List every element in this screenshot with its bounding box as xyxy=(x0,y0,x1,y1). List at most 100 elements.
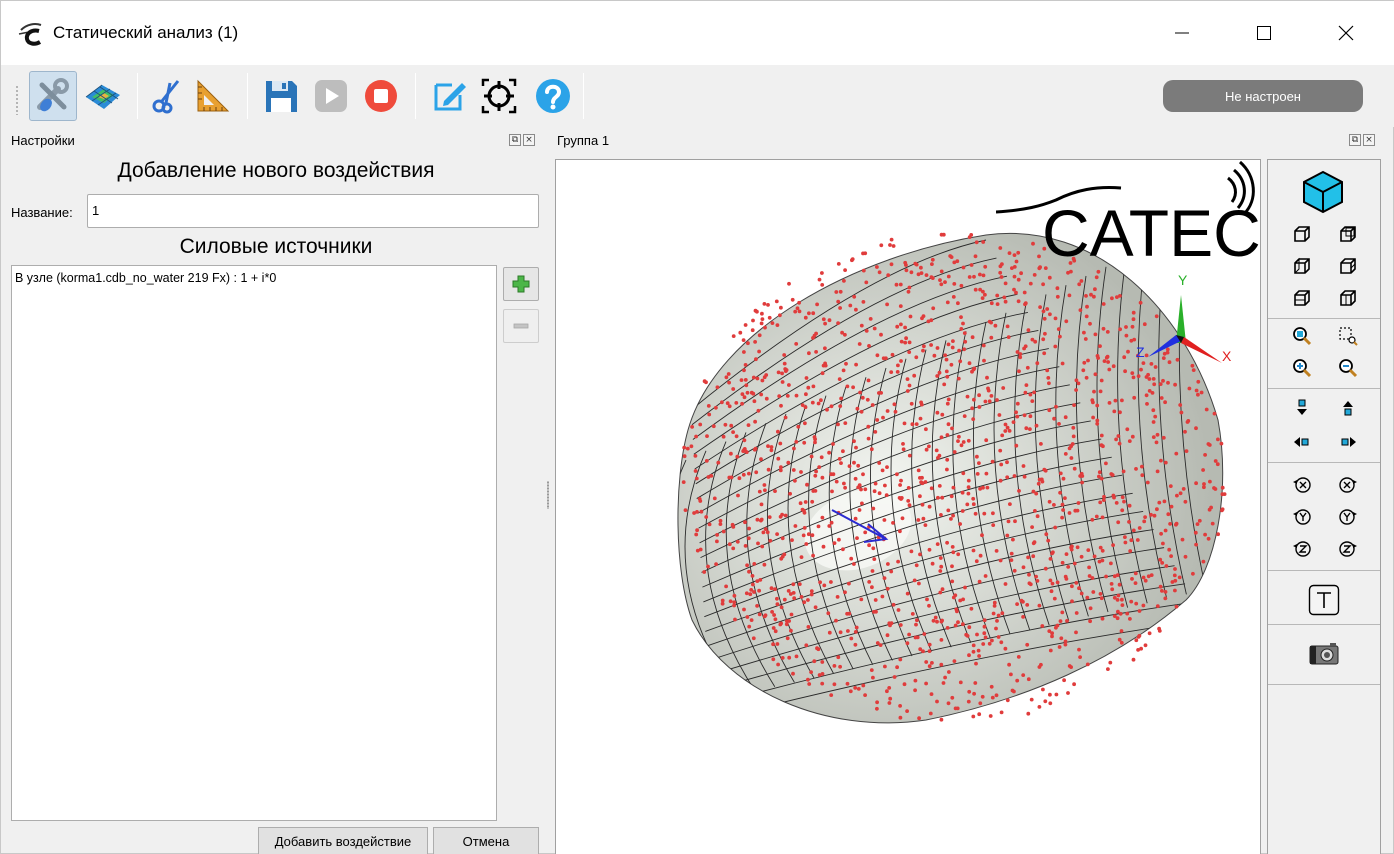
view-tools-panel xyxy=(1267,159,1381,854)
close-dock-icon[interactable]: × xyxy=(1363,134,1375,146)
camera-icon xyxy=(1309,643,1339,665)
sources-heading: Силовые источники xyxy=(179,235,373,258)
rotate-y-icon xyxy=(1339,509,1357,525)
play-icon xyxy=(315,80,347,112)
settings-dock-controls: ⧉ × xyxy=(509,134,535,146)
status-badge: Не настроен xyxy=(1163,80,1363,112)
rotate-y-icon xyxy=(1293,509,1311,525)
sources-list[interactable]: В узле (korma1.cdb_no_water 219 Fx) : 1 … xyxy=(11,265,497,821)
close-dock-icon[interactable]: × xyxy=(523,134,535,146)
rotate-x-icon xyxy=(1339,477,1357,493)
settings-dock-title: Настройки xyxy=(11,133,75,148)
save-button[interactable] xyxy=(257,71,305,121)
triangle-ruler-icon xyxy=(197,79,230,112)
cube-top-icon xyxy=(1294,290,1310,306)
panel-splitter[interactable] xyxy=(547,481,549,509)
add-source-button[interactable] xyxy=(503,267,539,301)
target-button[interactable] xyxy=(475,71,523,121)
pan-right-icon xyxy=(1341,437,1356,447)
remove-source-button[interactable] xyxy=(503,309,539,343)
toolbar-separator xyxy=(415,73,416,119)
minus-icon xyxy=(513,323,529,329)
tools-separator xyxy=(1268,624,1380,625)
logo-text: CATEC xyxy=(1042,196,1261,270)
toolbar-separator xyxy=(137,73,138,119)
zoom-out-icon xyxy=(1339,359,1358,378)
edit-button[interactable] xyxy=(425,71,473,121)
float-dock-icon[interactable]: ⧉ xyxy=(1349,134,1361,146)
close-icon xyxy=(1338,25,1354,41)
window-title: Статический анализ (1) xyxy=(53,23,239,42)
save-icon xyxy=(266,81,297,112)
stop-icon xyxy=(365,80,397,112)
toolbar-grip[interactable] xyxy=(15,85,19,115)
add-action-button[interactable]: Добавить воздействие xyxy=(258,827,428,854)
axis-z-label: Z xyxy=(1136,344,1145,360)
cancel-button[interactable]: Отмена xyxy=(433,827,539,854)
edit-icon xyxy=(434,83,466,111)
axis-y-label: Y xyxy=(1178,272,1188,288)
view-dock-title: Группа 1 xyxy=(557,133,610,148)
text-labels-button[interactable] xyxy=(1308,584,1340,616)
cube-bottom-icon xyxy=(1340,290,1356,306)
form-heading: Добавление нового воздействия xyxy=(117,159,435,182)
rotate-y-pos-button[interactable] xyxy=(1336,504,1360,528)
help-button[interactable] xyxy=(529,71,577,121)
title-bar: Статический анализ (1) xyxy=(1,1,1394,65)
mesh-surface-button[interactable] xyxy=(79,71,127,121)
minimize-button[interactable] xyxy=(1159,15,1205,51)
toolbar-separator xyxy=(583,73,584,119)
tools-separator xyxy=(1268,684,1380,685)
view-dock-controls: ⧉ × xyxy=(1349,134,1375,146)
view-top-button[interactable] xyxy=(1290,286,1314,310)
view-left-button[interactable] xyxy=(1290,254,1314,278)
screenshot-button[interactable] xyxy=(1308,638,1340,670)
rotate-z-pos-button[interactable] xyxy=(1336,536,1360,560)
model-viewport[interactable]: CATEC Y X Z xyxy=(555,159,1261,854)
maximize-button[interactable] xyxy=(1241,15,1287,51)
triangle-ruler-button[interactable] xyxy=(189,71,237,121)
name-label: Название: xyxy=(11,205,73,220)
close-button[interactable] xyxy=(1323,15,1369,51)
float-dock-icon[interactable]: ⧉ xyxy=(509,134,521,146)
list-item[interactable]: В узле (korma1.cdb_no_water 219 Fx) : 1 … xyxy=(15,271,276,285)
rotate-z-neg-button[interactable] xyxy=(1290,536,1314,560)
cut-button[interactable] xyxy=(143,71,191,121)
pan-down-button[interactable] xyxy=(1290,396,1314,420)
settings-tools-icon xyxy=(37,78,69,112)
tools-separator xyxy=(1268,388,1380,389)
view-iso-button[interactable] xyxy=(1300,168,1346,214)
help-icon xyxy=(536,79,570,113)
rotate-y-neg-button[interactable] xyxy=(1290,504,1314,528)
zoom-window-button[interactable] xyxy=(1336,324,1360,348)
tools-separator xyxy=(1268,462,1380,463)
rotate-x-neg-button[interactable] xyxy=(1290,472,1314,496)
view-front-button[interactable] xyxy=(1290,222,1314,246)
pan-left-icon xyxy=(1294,437,1309,447)
stop-button[interactable] xyxy=(357,71,405,121)
pan-up-icon xyxy=(1343,401,1353,416)
zoom-window-icon xyxy=(1339,327,1358,346)
zoom-in-button[interactable] xyxy=(1290,356,1314,380)
play-button[interactable] xyxy=(307,71,355,121)
zoom-out-button[interactable] xyxy=(1336,356,1360,380)
toolbar-separator xyxy=(247,73,248,119)
tools-separator xyxy=(1268,570,1380,571)
settings-tools-button[interactable] xyxy=(29,71,77,121)
pan-up-button[interactable] xyxy=(1336,396,1360,420)
iso-cube-icon xyxy=(1303,170,1343,214)
rotate-x-pos-button[interactable] xyxy=(1336,472,1360,496)
rotate-z-icon xyxy=(1293,541,1311,557)
pan-right-button[interactable] xyxy=(1336,430,1360,454)
view-bottom-button[interactable] xyxy=(1336,286,1360,310)
app-logo-icon xyxy=(17,21,45,47)
zoom-fit-button[interactable] xyxy=(1290,324,1314,348)
catec-logo: CATEC xyxy=(996,160,1261,270)
view-right-button[interactable] xyxy=(1336,254,1360,278)
view-back-button[interactable] xyxy=(1336,222,1360,246)
zoom-in-icon xyxy=(1293,359,1312,378)
pan-left-button[interactable] xyxy=(1290,430,1314,454)
name-input[interactable]: 1 xyxy=(87,194,539,228)
minimize-icon xyxy=(1175,32,1189,34)
pan-down-icon xyxy=(1297,399,1307,415)
